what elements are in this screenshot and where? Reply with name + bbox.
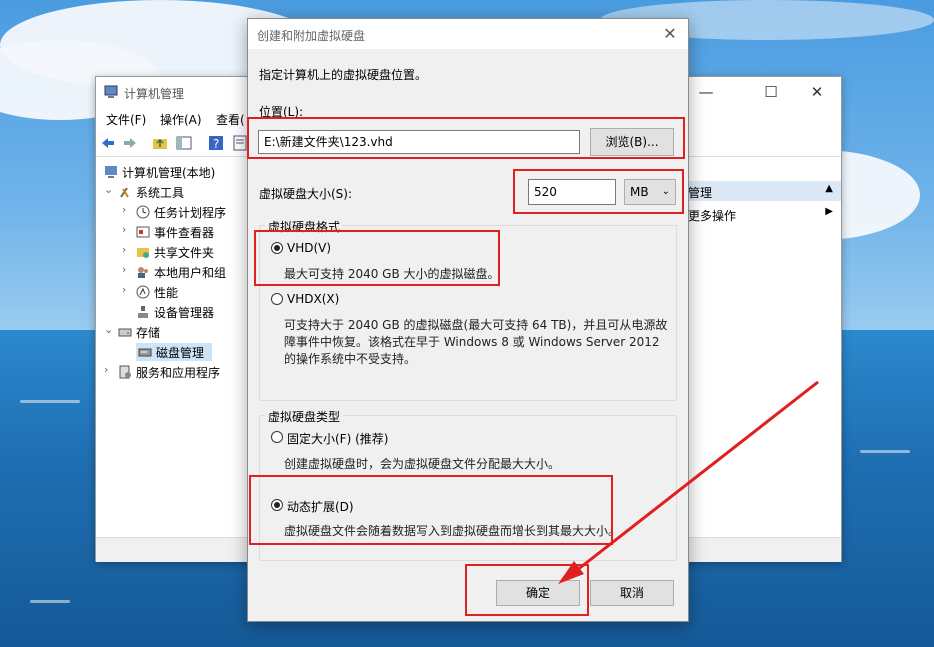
chevron-down-icon[interactable]: ⌄ [104, 183, 116, 196]
device-manager-icon [138, 306, 148, 318]
menu-view[interactable]: 查看( [216, 111, 245, 128]
actions-pane: 管理 ▲ 更多操作 ▶ [686, 159, 841, 559]
tree-label: 本地用户和组 [154, 266, 227, 280]
chevron-right-icon[interactable]: › [122, 223, 134, 236]
fixed-size-radio[interactable] [271, 431, 283, 443]
tree-label: 磁盘管理 [156, 346, 205, 360]
more-actions-item[interactable]: 更多操作 ▶ [687, 205, 841, 223]
back-arrow-icon[interactable] [100, 135, 116, 151]
tree-label: 事件查看器 [154, 226, 215, 240]
highlight-dynamic [249, 475, 613, 545]
fixed-size-label[interactable]: 固定大小(F) (推荐) [287, 430, 388, 447]
chevron-right-icon[interactable]: › [122, 243, 134, 256]
folder-up-icon[interactable] [152, 135, 168, 151]
vhdx-radio[interactable] [271, 293, 283, 305]
chevron-down-icon[interactable]: ⌄ [104, 323, 116, 336]
chevron-right-icon[interactable]: › [122, 283, 134, 296]
tools-icon [120, 187, 129, 198]
dialog-title: 创建和附加虚拟硬盘 [257, 29, 366, 43]
close-button[interactable]: ✕ [802, 82, 832, 102]
highlight-ok [465, 564, 589, 616]
actions-header[interactable]: 管理 ▲ [687, 181, 841, 201]
dialog-title-bar: 创建和附加虚拟硬盘 ✕ [248, 19, 688, 49]
tree-label: 设备管理器 [154, 306, 215, 320]
computer-management-icon [104, 85, 118, 98]
size-label: 虚拟硬盘大小(S): [259, 187, 353, 201]
vhdx-description-line2: 障事件中恢复。该格式在早于 Windows 8 或 Windows Server… [284, 335, 660, 349]
wave [860, 450, 910, 453]
wave [20, 400, 80, 403]
storage-icon [118, 328, 132, 337]
minimize-button[interactable]: — [691, 82, 721, 102]
tree-label: 任务计划程序 [154, 206, 227, 220]
cancel-button[interactable]: 取消 [590, 580, 674, 606]
navigation-tree: 计算机管理(本地) ⌄ 系统工具 › 任务计划程序 › 事件查看器 › 共享文件… [96, 159, 246, 559]
menu-action[interactable]: 操作(A) [160, 111, 202, 128]
maximize-button[interactable]: ☐ [756, 82, 786, 102]
menu-file[interactable]: 文件(F) [106, 111, 146, 128]
tree-item-disk-management[interactable]: 磁盘管理 [136, 343, 212, 361]
collapse-up-icon[interactable]: ▲ [825, 183, 833, 194]
highlight-size [513, 169, 684, 214]
disk-icon [138, 348, 152, 357]
tree-label: 计算机管理(本地) [122, 166, 216, 180]
tree-label: 性能 [154, 286, 179, 300]
intro-text: 指定计算机上的虚拟硬盘位置。 [259, 68, 428, 82]
users-icon [138, 267, 148, 278]
event-viewer-icon [136, 226, 150, 238]
highlight-location [247, 117, 685, 159]
properties-icon[interactable] [232, 135, 248, 151]
vhdx-label[interactable]: VHDX(X) [287, 292, 339, 306]
type-group-label: 虚拟硬盘类型 [265, 408, 344, 425]
close-icon[interactable]: ✕ [658, 24, 682, 44]
actions-header-label: 管理 [688, 186, 713, 200]
shared-folder-icon [137, 248, 149, 258]
tree-label: 服务和应用程序 [136, 366, 221, 380]
vhdx-description-line1: 可支持大于 2040 GB 的虚拟磁盘(最大可支持 64 TB)，并且可从电源故 [284, 318, 668, 332]
fixed-size-description: 创建虚拟硬盘时，会为虚拟硬盘文件分配最大大小。 [284, 457, 561, 471]
forward-arrow-icon[interactable] [122, 135, 138, 151]
show-hide-tree-icon[interactable] [176, 135, 192, 151]
svg-text:?: ? [213, 137, 219, 151]
chevron-right-icon[interactable]: › [104, 363, 116, 376]
chevron-right-icon[interactable]: › [122, 203, 134, 216]
highlight-vhd [254, 230, 500, 286]
clock-icon [136, 205, 150, 219]
submenu-arrow-icon: ▶ [825, 206, 833, 217]
tree-label: 共享文件夹 [154, 246, 215, 260]
help-icon[interactable]: ? [208, 135, 224, 151]
chevron-right-icon[interactable]: › [122, 263, 134, 276]
vhdx-description-line3: 的操作系统中不受支持。 [284, 352, 417, 366]
tree-label: 存储 [136, 326, 161, 340]
more-actions-label: 更多操作 [688, 209, 737, 223]
wave [30, 600, 70, 603]
performance-icon [136, 285, 150, 299]
computer-management-icon [105, 166, 117, 178]
window-title: 计算机管理 [124, 87, 185, 101]
tree-label: 系统工具 [136, 186, 185, 200]
services-icon [119, 365, 131, 379]
